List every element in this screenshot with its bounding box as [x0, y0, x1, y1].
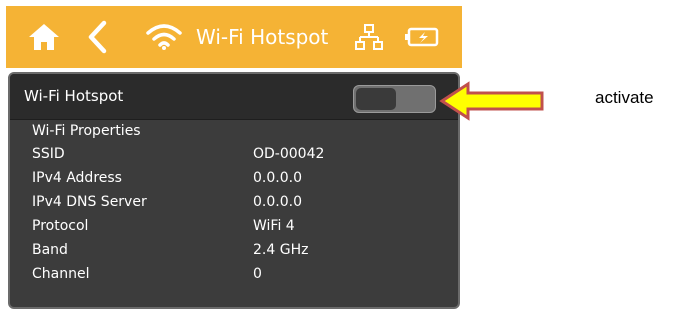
hotspot-toggle[interactable] [353, 85, 436, 113]
property-label: SSID [32, 146, 65, 162]
property-row-ipv4-dns: IPv4 DNS Server 0.0.0.0 [32, 190, 452, 214]
toggle-knob [356, 88, 396, 110]
hotspot-label: Wi-Fi Hotspot [24, 87, 124, 105]
hotspot-panel: Wi-Fi Hotspot Wi-Fi Properties SSID OD-0… [8, 72, 460, 309]
property-value: 0.0.0.0 [253, 170, 302, 186]
property-row-band: Band 2.4 GHz [32, 238, 452, 262]
top-bar: Wi-Fi Hotspot [6, 6, 462, 68]
property-value: WiFi 4 [253, 218, 295, 234]
property-value: 2.4 GHz [253, 242, 309, 258]
property-label: Protocol [32, 218, 89, 234]
properties-title: Wi-Fi Properties [32, 123, 141, 139]
home-icon[interactable] [24, 6, 64, 68]
property-label: IPv4 DNS Server [32, 194, 147, 210]
property-label: Band [32, 242, 68, 258]
property-row-ipv4-address: IPv4 Address 0.0.0.0 [32, 166, 452, 190]
page-title: Wi-Fi Hotspot [196, 25, 329, 49]
property-row-channel: Channel 0 [32, 262, 452, 286]
wifi-icon [144, 6, 184, 68]
battery-icon [402, 6, 442, 68]
property-value: OD-00042 [253, 146, 325, 162]
hotspot-row: Wi-Fi Hotspot [10, 74, 458, 120]
device-ui: Wi-Fi Hotspot Wi-Fi Hotspot Wi-Fi Proper… [6, 6, 462, 309]
property-label: Channel [32, 266, 90, 282]
property-value: 0 [253, 266, 262, 282]
annotation-label: activate [595, 88, 654, 107]
property-label: IPv4 Address [32, 170, 122, 186]
property-row-protocol: Protocol WiFi 4 [32, 214, 452, 238]
back-chevron-icon[interactable] [82, 6, 112, 68]
network-icon [352, 6, 386, 68]
callout-arrow-icon [438, 80, 548, 126]
property-value: 0.0.0.0 [253, 194, 302, 210]
property-row-ssid: SSID OD-00042 [32, 142, 452, 166]
